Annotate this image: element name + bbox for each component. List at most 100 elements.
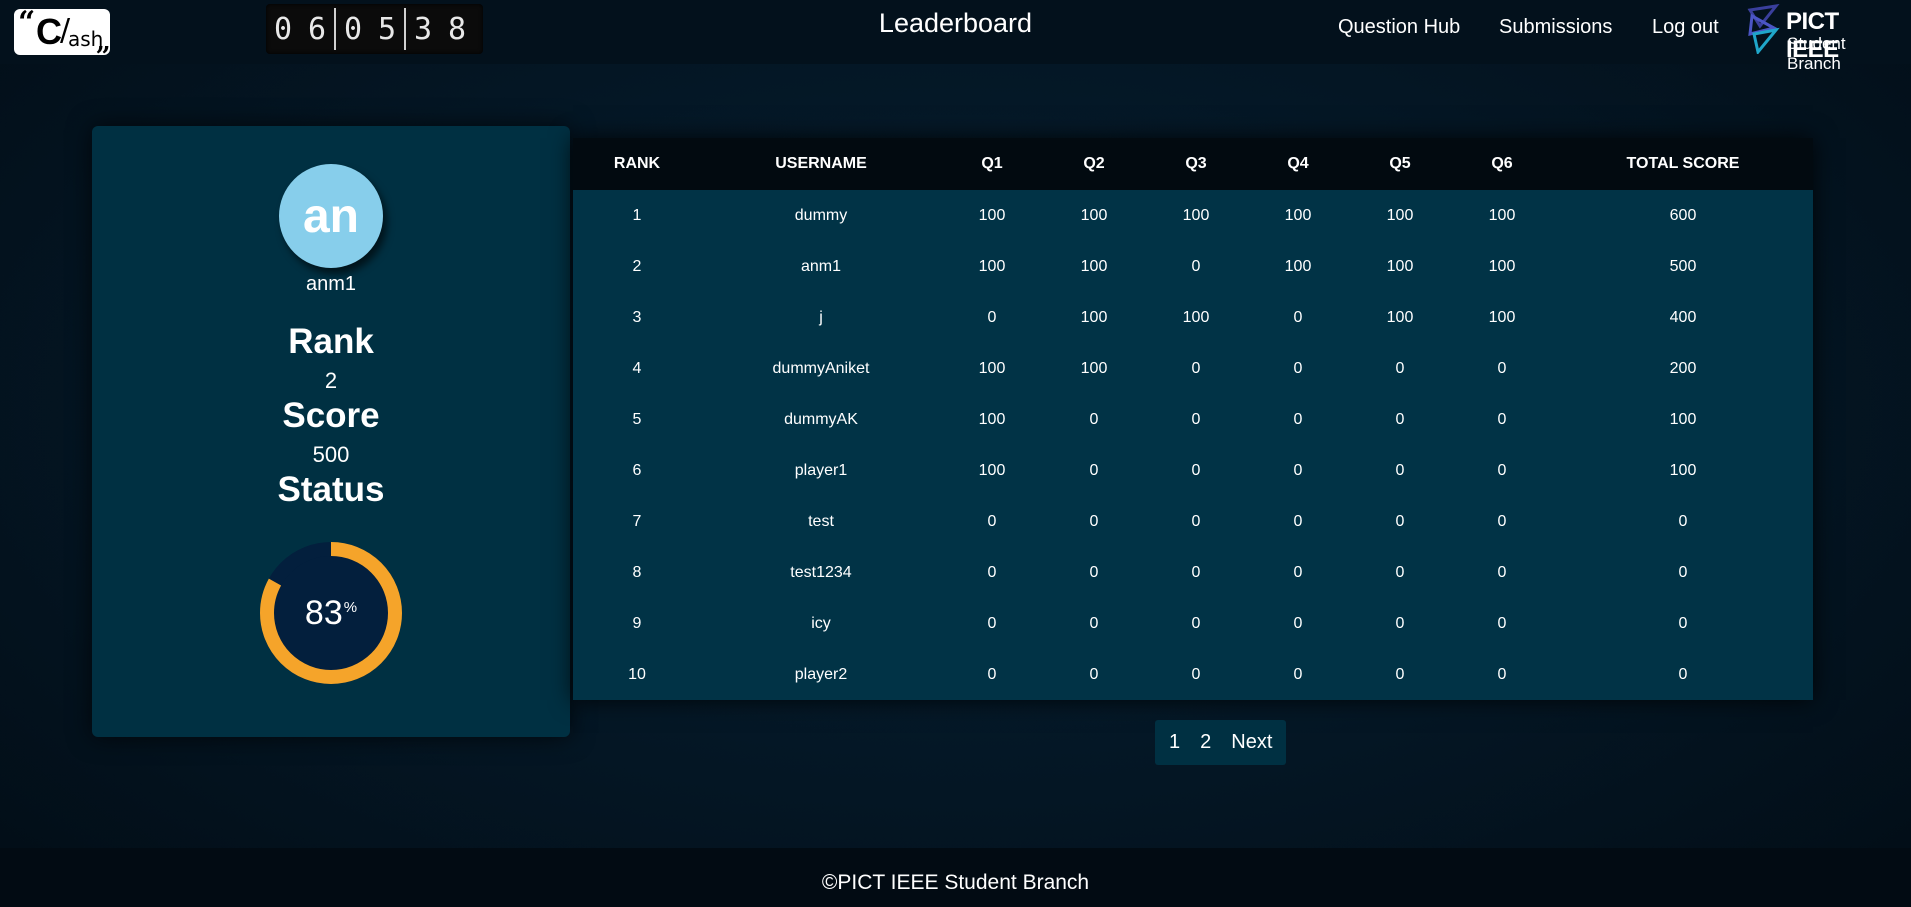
cell-q2: 0 bbox=[1089, 461, 1099, 479]
nav-logout[interactable]: Log out bbox=[1652, 16, 1719, 39]
col-username: USERNAME bbox=[775, 155, 867, 172]
cell-q6: 0 bbox=[1497, 563, 1507, 581]
cell-q6: 0 bbox=[1497, 665, 1507, 683]
cell-q2: 0 bbox=[1089, 563, 1099, 581]
col-q2: Q2 bbox=[1083, 155, 1105, 172]
cell-q5: 0 bbox=[1395, 359, 1405, 377]
cell-total-score: 100 bbox=[1669, 461, 1697, 479]
cell-q5: 100 bbox=[1386, 257, 1414, 275]
cell-q2: 100 bbox=[1080, 257, 1108, 275]
cell-q3: 0 bbox=[1191, 359, 1201, 377]
cell-q6: 100 bbox=[1488, 257, 1516, 275]
cell-username: player1 bbox=[794, 461, 848, 479]
table-row: 2 anm1 100 100 0 100 100 100 500 bbox=[573, 241, 1813, 292]
cell-q5: 0 bbox=[1395, 563, 1405, 581]
ieee-logo[interactable]: PICT IEEE Student Branch bbox=[1746, 4, 1896, 73]
cell-q3: 0 bbox=[1191, 257, 1201, 275]
cell-q1: 0 bbox=[987, 665, 997, 683]
cell-q2: 0 bbox=[1089, 410, 1099, 428]
cell-q5: 0 bbox=[1395, 461, 1405, 479]
cell-rank: 8 bbox=[632, 563, 642, 581]
cell-q5: 0 bbox=[1395, 512, 1405, 530]
leaderboard-table: RANK USERNAME Q1 Q2 Q3 Q4 Q5 Q6 TOTAL SC… bbox=[573, 138, 1813, 700]
cell-q5: 0 bbox=[1395, 665, 1405, 683]
cell-q5: 0 bbox=[1395, 410, 1405, 428]
cell-rank: 2 bbox=[632, 257, 642, 275]
avatar: an bbox=[279, 164, 383, 268]
cell-q3: 0 bbox=[1191, 665, 1201, 683]
table-row: 6 player1 100 0 0 0 0 0 100 bbox=[573, 445, 1813, 496]
cell-q6: 0 bbox=[1497, 410, 1507, 428]
table-row: 4 dummyAniket 100 100 0 0 0 0 200 bbox=[573, 343, 1813, 394]
cell-rank: 9 bbox=[632, 614, 642, 632]
cell-username: test1234 bbox=[790, 563, 852, 581]
cell-q3: 0 bbox=[1191, 512, 1201, 530]
table-row: 8 test1234 0 0 0 0 0 0 0 bbox=[573, 547, 1813, 598]
cell-q1: 100 bbox=[978, 410, 1006, 428]
cell-q4: 0 bbox=[1293, 665, 1303, 683]
status-percent-unit: % bbox=[343, 598, 358, 616]
next-page-link[interactable]: Next bbox=[1221, 731, 1286, 754]
cell-username: icy bbox=[811, 614, 831, 632]
table-row: 7 test 0 0 0 0 0 0 0 bbox=[573, 496, 1813, 547]
cell-q3: 0 bbox=[1191, 614, 1201, 632]
cell-q6: 0 bbox=[1497, 614, 1507, 632]
cell-q2: 0 bbox=[1089, 614, 1099, 632]
cell-q6: 100 bbox=[1488, 308, 1516, 326]
table-row: 5 dummyAK 100 0 0 0 0 0 100 bbox=[573, 394, 1813, 445]
cell-q4: 100 bbox=[1284, 257, 1312, 275]
ieee-subtitle: Student Branch bbox=[1787, 34, 1846, 73]
cell-username: anm1 bbox=[800, 257, 842, 275]
cell-username: player2 bbox=[794, 665, 848, 683]
nav-submissions[interactable]: Submissions bbox=[1499, 16, 1612, 39]
cell-total-score: 500 bbox=[1669, 257, 1697, 275]
rank-value: 2 bbox=[324, 368, 338, 393]
cell-username: dummyAK bbox=[784, 410, 858, 428]
cell-q4: 0 bbox=[1293, 512, 1303, 530]
rank-heading: Rank bbox=[288, 322, 374, 361]
cell-total-score: 100 bbox=[1669, 410, 1697, 428]
cell-q1: 0 bbox=[987, 512, 997, 530]
top-header: “ C / ash „ 0 6 0 5 3 8 Leaderboard Ques… bbox=[0, 0, 1911, 73]
profile-card: an anm1 Rank 2 Score 500 Status 83% bbox=[92, 126, 570, 737]
cell-rank: 4 bbox=[632, 359, 642, 377]
status-heading: Status bbox=[277, 470, 385, 509]
cell-q4: 0 bbox=[1293, 410, 1303, 428]
cell-q2: 100 bbox=[1080, 359, 1108, 377]
cell-q4: 0 bbox=[1293, 308, 1303, 326]
cell-q1: 0 bbox=[987, 563, 997, 581]
cell-rank: 10 bbox=[628, 665, 646, 683]
cell-q5: 0 bbox=[1395, 614, 1405, 632]
cell-username: test bbox=[808, 512, 834, 530]
cell-total-score: 0 bbox=[1678, 512, 1688, 530]
col-q5: Q5 bbox=[1389, 155, 1411, 172]
nav-question-hub[interactable]: Question Hub bbox=[1338, 16, 1460, 39]
cell-total-score: 200 bbox=[1669, 359, 1697, 377]
cell-q6: 0 bbox=[1497, 512, 1507, 530]
cell-q6: 100 bbox=[1488, 206, 1516, 224]
cell-total-score: 0 bbox=[1678, 665, 1688, 683]
cell-q5: 100 bbox=[1386, 206, 1414, 224]
cell-username: dummyAniket bbox=[772, 359, 870, 377]
score-heading: Score bbox=[282, 396, 380, 435]
table-header-row: RANK USERNAME Q1 Q2 Q3 Q4 Q5 Q6 TOTAL SC… bbox=[573, 138, 1813, 190]
col-rank: RANK bbox=[613, 155, 661, 172]
cell-q1: 0 bbox=[987, 614, 997, 632]
cell-rank: 7 bbox=[632, 512, 642, 530]
page-2-link[interactable]: 2 bbox=[1190, 731, 1221, 754]
cell-rank: 5 bbox=[632, 410, 642, 428]
cell-q4: 0 bbox=[1293, 563, 1303, 581]
profile-username: anm1 bbox=[305, 273, 357, 295]
cell-q6: 0 bbox=[1497, 359, 1507, 377]
table-row: 3 j 0 100 100 0 100 100 400 bbox=[573, 292, 1813, 343]
cell-q3: 0 bbox=[1191, 563, 1201, 581]
cell-q4: 0 bbox=[1293, 359, 1303, 377]
cell-q1: 100 bbox=[978, 461, 1006, 479]
cell-rank: 6 bbox=[632, 461, 642, 479]
page-1-link[interactable]: 1 bbox=[1155, 731, 1190, 754]
footer: ©PICT IEEE Student Branch bbox=[0, 848, 1911, 907]
col-q4: Q4 bbox=[1287, 155, 1309, 172]
score-value: 500 bbox=[312, 442, 350, 467]
status-percent-value: 83 bbox=[304, 593, 343, 632]
cell-q3: 100 bbox=[1182, 308, 1210, 326]
